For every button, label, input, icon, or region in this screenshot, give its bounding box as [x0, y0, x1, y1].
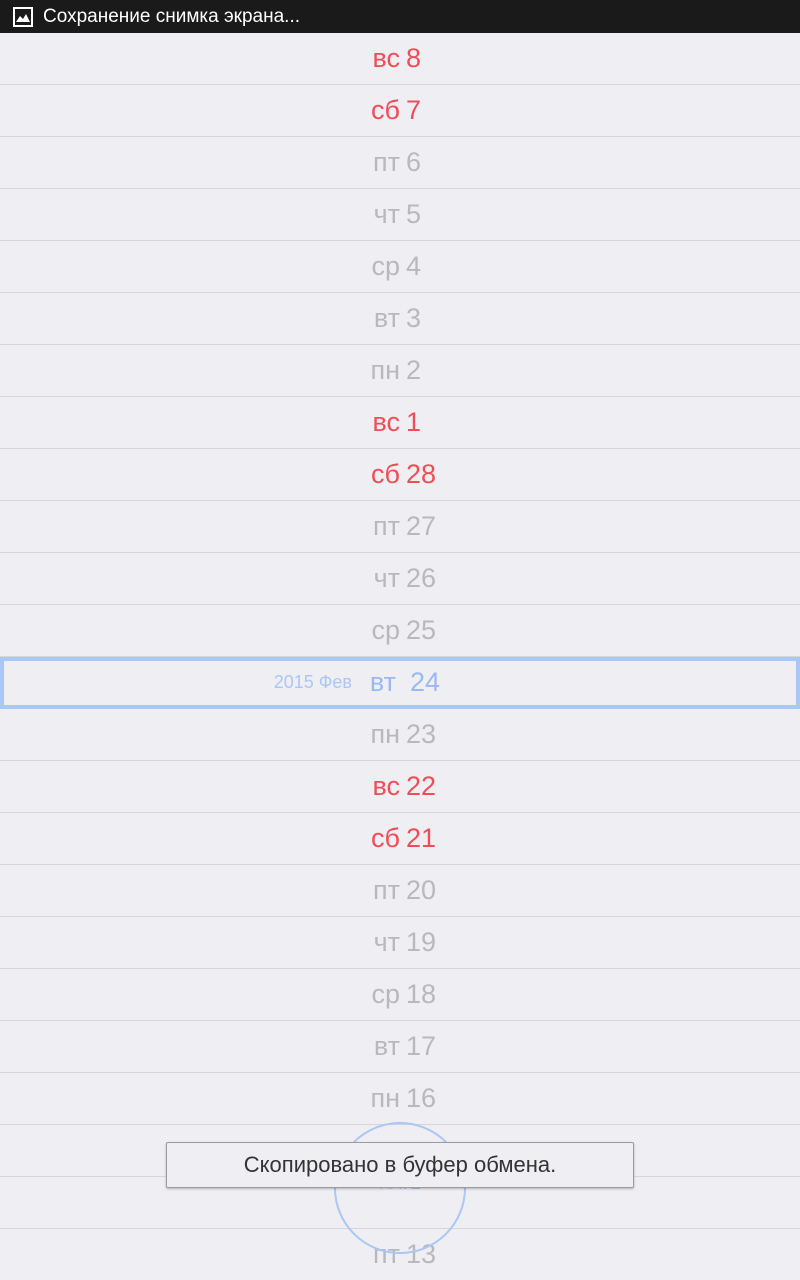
- day-row-selected[interactable]: 2015 Фев вт 24: [0, 657, 800, 709]
- day-row[interactable]: вс 22: [0, 761, 800, 813]
- day-of-week: пт: [373, 511, 400, 541]
- day-row[interactable]: сб 28: [0, 449, 800, 501]
- day-number: 5: [406, 199, 422, 229]
- day-number: 1: [406, 407, 422, 437]
- day-row[interactable]: пт 6: [0, 137, 800, 189]
- day-number: 20: [406, 875, 437, 905]
- day-of-week: вс: [372, 407, 400, 437]
- day-number: 6: [406, 147, 422, 177]
- day-row[interactable]: сб 21: [0, 813, 800, 865]
- day-of-week: ср: [371, 615, 400, 645]
- day-number: 22: [406, 771, 437, 801]
- day-row[interactable]: вт 3: [0, 293, 800, 345]
- day-of-week: пт: [373, 147, 400, 177]
- day-row[interactable]: ср 4: [0, 241, 800, 293]
- day-of-week: ср: [371, 251, 400, 281]
- day-of-week: пт: [373, 875, 400, 905]
- day-number: 17: [406, 1031, 437, 1061]
- day-of-week: пн: [370, 1083, 400, 1113]
- day-of-week: чт: [373, 927, 400, 957]
- day-row[interactable]: вс 1: [0, 397, 800, 449]
- day-of-week: вт: [369, 667, 396, 697]
- day-number: 16: [406, 1083, 437, 1113]
- day-of-week: вт: [373, 303, 400, 333]
- day-of-week: вт: [373, 1031, 400, 1061]
- toast-message: Скопировано в буфер обмена.: [166, 1142, 634, 1188]
- day-row[interactable]: пт 27: [0, 501, 800, 553]
- day-of-week: сб: [371, 95, 400, 125]
- day-row[interactable]: чт 19: [0, 917, 800, 969]
- day-of-week: сб: [371, 823, 400, 853]
- day-number: 19: [406, 927, 437, 957]
- status-notification-text: Сохранение снимка экрана...: [43, 5, 301, 27]
- day-number: 2: [406, 355, 422, 385]
- day-number: 4: [406, 251, 422, 281]
- image-icon: [13, 6, 33, 27]
- day-row[interactable]: пт 20: [0, 865, 800, 917]
- status-bar: Сохранение снимка экрана...: [0, 0, 800, 33]
- day-number: 7: [406, 95, 422, 125]
- day-row[interactable]: ср 18: [0, 969, 800, 1021]
- day-of-week: вс: [372, 771, 400, 801]
- day-row[interactable]: сб 7: [0, 85, 800, 137]
- day-row[interactable]: пн 23: [0, 709, 800, 761]
- day-number: 8: [406, 43, 422, 73]
- day-number: 18: [406, 979, 437, 1009]
- day-row[interactable]: вс 8: [0, 33, 800, 85]
- day-number: 21: [406, 823, 437, 853]
- day-of-week: сб: [371, 459, 400, 489]
- day-of-week: чт: [373, 199, 400, 229]
- day-number: 25: [406, 615, 437, 645]
- day-row[interactable]: ср 25: [0, 605, 800, 657]
- day-row[interactable]: пн 2: [0, 345, 800, 397]
- day-number: 27: [406, 511, 437, 541]
- day-number: 28: [406, 459, 437, 489]
- day-list[interactable]: вс 8 сб 7 пт 6 чт 5 ср 4 вт 3 пн 2 вс 1 сб 28 пт 27 чт 26 ср 25…: [0, 33, 800, 1280]
- day-of-week: вс: [372, 43, 400, 73]
- day-of-week: пн: [370, 719, 400, 749]
- day-row[interactable]: пн 16: [0, 1073, 800, 1125]
- day-number: 3: [406, 303, 422, 333]
- day-number: 26: [406, 563, 437, 593]
- day-row[interactable]: чт 5: [0, 189, 800, 241]
- day-of-week: чт: [373, 563, 400, 593]
- selected-month-label: 2015 Фев: [273, 672, 352, 692]
- day-number: 23: [406, 719, 437, 749]
- day-row[interactable]: чт 26: [0, 553, 800, 605]
- day-of-week: ср: [371, 979, 400, 1009]
- day-number: 24: [410, 667, 441, 697]
- day-of-week: пн: [370, 355, 400, 385]
- day-row[interactable]: вт 17: [0, 1021, 800, 1073]
